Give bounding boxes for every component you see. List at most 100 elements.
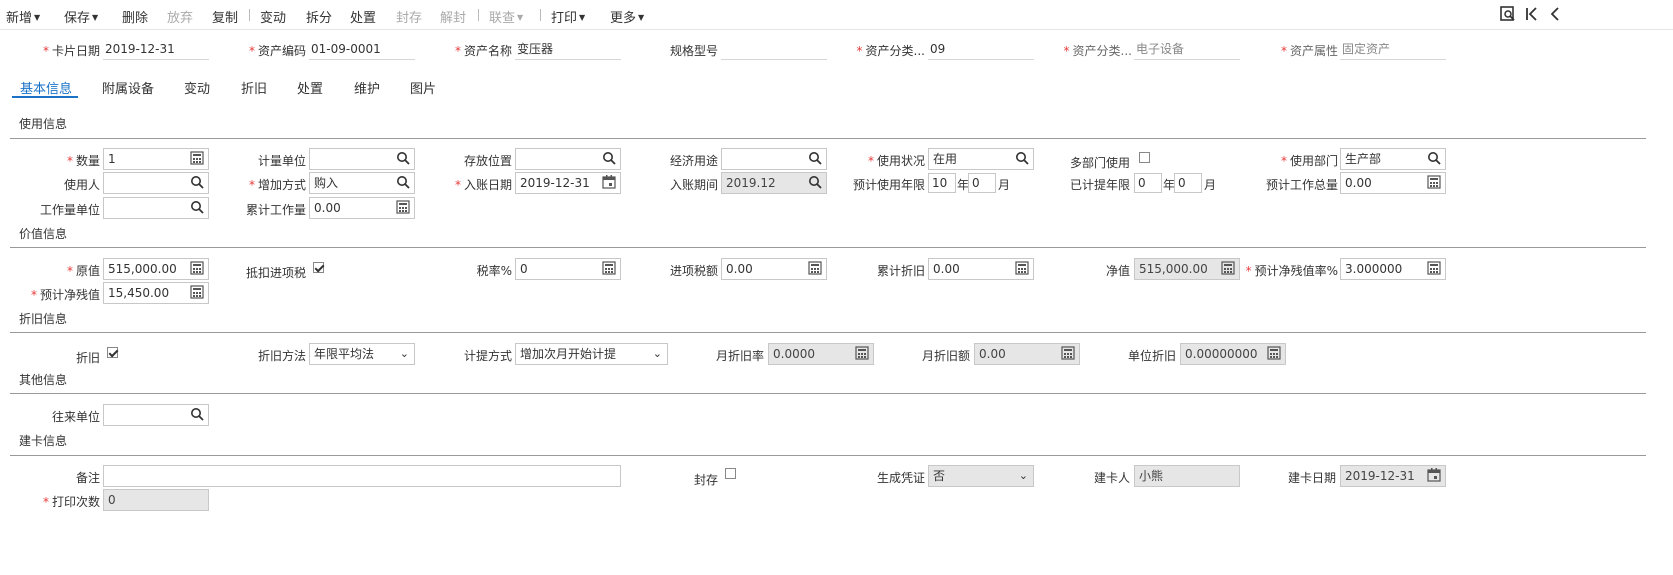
search-icon[interactable]: [396, 151, 410, 165]
search-icon[interactable]: [1015, 151, 1029, 165]
location-field[interactable]: [515, 148, 621, 170]
tab-basic-info[interactable]: 基本信息: [20, 78, 72, 97]
calculator-icon[interactable]: [808, 261, 822, 275]
calendar-icon[interactable]: [602, 175, 616, 189]
tax-rate-field[interactable]: 0: [515, 258, 621, 280]
cum-work-field[interactable]: 0.00: [309, 197, 415, 219]
dispose-button[interactable]: 处置: [350, 7, 376, 26]
search-icon[interactable]: [808, 175, 822, 189]
tab-maintenance[interactable]: 维护: [354, 78, 380, 97]
spec-field[interactable]: [721, 40, 827, 60]
entry-date-field[interactable]: 2019-12-31: [515, 172, 621, 194]
calculator-icon[interactable]: [602, 261, 616, 275]
search-icon[interactable]: [602, 151, 616, 165]
deduct-tax-checkbox[interactable]: [313, 262, 324, 273]
original-value-field[interactable]: 515,000.00: [103, 258, 209, 280]
monthly-rate-field[interactable]: 0.0000: [768, 343, 874, 365]
tab-disposal[interactable]: 处置: [297, 78, 323, 97]
entry-date-label: * 入账日期: [454, 178, 512, 192]
seal-checkbox[interactable]: [725, 468, 736, 479]
asset-name-field[interactable]: 变压器: [515, 40, 621, 60]
card-date-field[interactable]: 2019-12-31: [103, 40, 209, 60]
residual-value-field[interactable]: 15,450.00: [103, 282, 209, 304]
calculator-icon[interactable]: [1015, 261, 1029, 275]
tab-images[interactable]: 图片: [410, 78, 436, 97]
calculator-icon[interactable]: [855, 346, 869, 360]
add-button[interactable]: 新增 ▼: [6, 7, 40, 26]
unit-field[interactable]: [309, 148, 415, 170]
residual-rate-field[interactable]: 3.000000: [1340, 258, 1446, 280]
unit-dep-field[interactable]: 0.00000000: [1180, 343, 1286, 365]
remark-field[interactable]: [103, 465, 621, 487]
calculator-icon[interactable]: [190, 151, 204, 165]
entry-period-field[interactable]: 2019.12: [721, 172, 827, 194]
seal-button[interactable]: 封存: [396, 7, 422, 26]
net-value-field[interactable]: 515,000.00: [1134, 258, 1240, 280]
asset-code-field[interactable]: 01-09-0001: [309, 40, 415, 60]
accrual-label: 计提方式: [463, 349, 512, 363]
depreciate-checkbox[interactable]: [107, 347, 118, 358]
voucher-label: 生成凭证: [876, 471, 925, 485]
create-date-field[interactable]: 2019-12-31: [1340, 465, 1446, 487]
tab-attached-equipment[interactable]: 附属设备: [102, 78, 154, 97]
calculator-icon[interactable]: [190, 261, 204, 275]
first-page-icon[interactable]: [1524, 6, 1540, 26]
copy-button[interactable]: 复制: [212, 7, 238, 26]
delete-button[interactable]: 删除: [122, 7, 148, 26]
category-name-field: 电子设备: [1134, 40, 1240, 60]
search-icon[interactable]: [1427, 151, 1441, 165]
accrued-months-field[interactable]: 0: [1174, 173, 1202, 193]
accrued-years-field[interactable]: 0: [1134, 173, 1162, 193]
calculator-icon[interactable]: [1267, 346, 1281, 360]
net-value-label: 净值: [1105, 264, 1130, 278]
quantity-field[interactable]: 1: [103, 148, 209, 170]
status-field[interactable]: 在用: [928, 148, 1034, 170]
dept-field[interactable]: 生产部: [1340, 148, 1446, 170]
work-unit-field[interactable]: [103, 197, 209, 219]
discard-button[interactable]: 放弃: [167, 7, 193, 26]
search-icon[interactable]: [396, 175, 410, 189]
tab-changes[interactable]: 变动: [184, 78, 210, 97]
unseal-button[interactable]: 解封: [440, 7, 466, 26]
calculator-icon[interactable]: [1427, 175, 1441, 189]
partner-field[interactable]: [103, 404, 209, 426]
input-tax-label: 进项税额: [669, 264, 718, 278]
search-icon[interactable]: [190, 407, 204, 421]
more-button[interactable]: 更多 ▼: [610, 7, 644, 26]
total-work-field[interactable]: 0.00: [1340, 172, 1446, 194]
monthly-amount-field[interactable]: 0.00: [974, 343, 1080, 365]
monthly-amount-value: 0.00: [979, 347, 1006, 361]
voucher-select[interactable]: 否 ⌄: [928, 465, 1034, 487]
life-months-field[interactable]: 0: [968, 173, 996, 193]
cum-dep-field[interactable]: 0.00: [928, 258, 1034, 280]
change-button[interactable]: 变动: [260, 7, 286, 26]
split-button[interactable]: 拆分: [306, 7, 332, 26]
search-icon[interactable]: [808, 151, 822, 165]
add-method-field[interactable]: 购入: [309, 172, 415, 194]
search-icon[interactable]: [190, 175, 204, 189]
life-years-field[interactable]: 10: [928, 173, 956, 193]
inquiry-button[interactable]: 联查 ▼: [489, 7, 523, 26]
save-button[interactable]: 保存 ▼: [64, 7, 98, 26]
search-icon[interactable]: [190, 200, 204, 214]
tab-depreciation[interactable]: 折旧: [241, 78, 267, 97]
calculator-icon[interactable]: [396, 200, 410, 214]
category-code-field[interactable]: 09: [928, 40, 1034, 60]
multi-dept-checkbox[interactable]: [1139, 152, 1150, 163]
purpose-field[interactable]: [721, 148, 827, 170]
accrual-select[interactable]: 增加次月开始计提 ⌄: [515, 343, 668, 365]
deduct-tax-label: 抵扣进项税: [245, 266, 306, 280]
section-divider: [10, 393, 1646, 394]
category-code-label: * 资产分类...: [856, 44, 925, 58]
preview-icon[interactable]: [1500, 6, 1516, 26]
user-field[interactable]: [103, 172, 209, 194]
calculator-icon[interactable]: [1221, 261, 1235, 275]
calculator-icon[interactable]: [1427, 261, 1441, 275]
print-button[interactable]: 打印 ▼: [551, 7, 585, 26]
calculator-icon[interactable]: [1061, 346, 1075, 360]
dep-method-select[interactable]: 年限平均法 ⌄: [309, 343, 415, 365]
calculator-icon[interactable]: [190, 285, 204, 299]
calendar-icon[interactable]: [1427, 468, 1441, 482]
back-icon[interactable]: [1547, 6, 1563, 26]
input-tax-field[interactable]: 0.00: [721, 258, 827, 280]
